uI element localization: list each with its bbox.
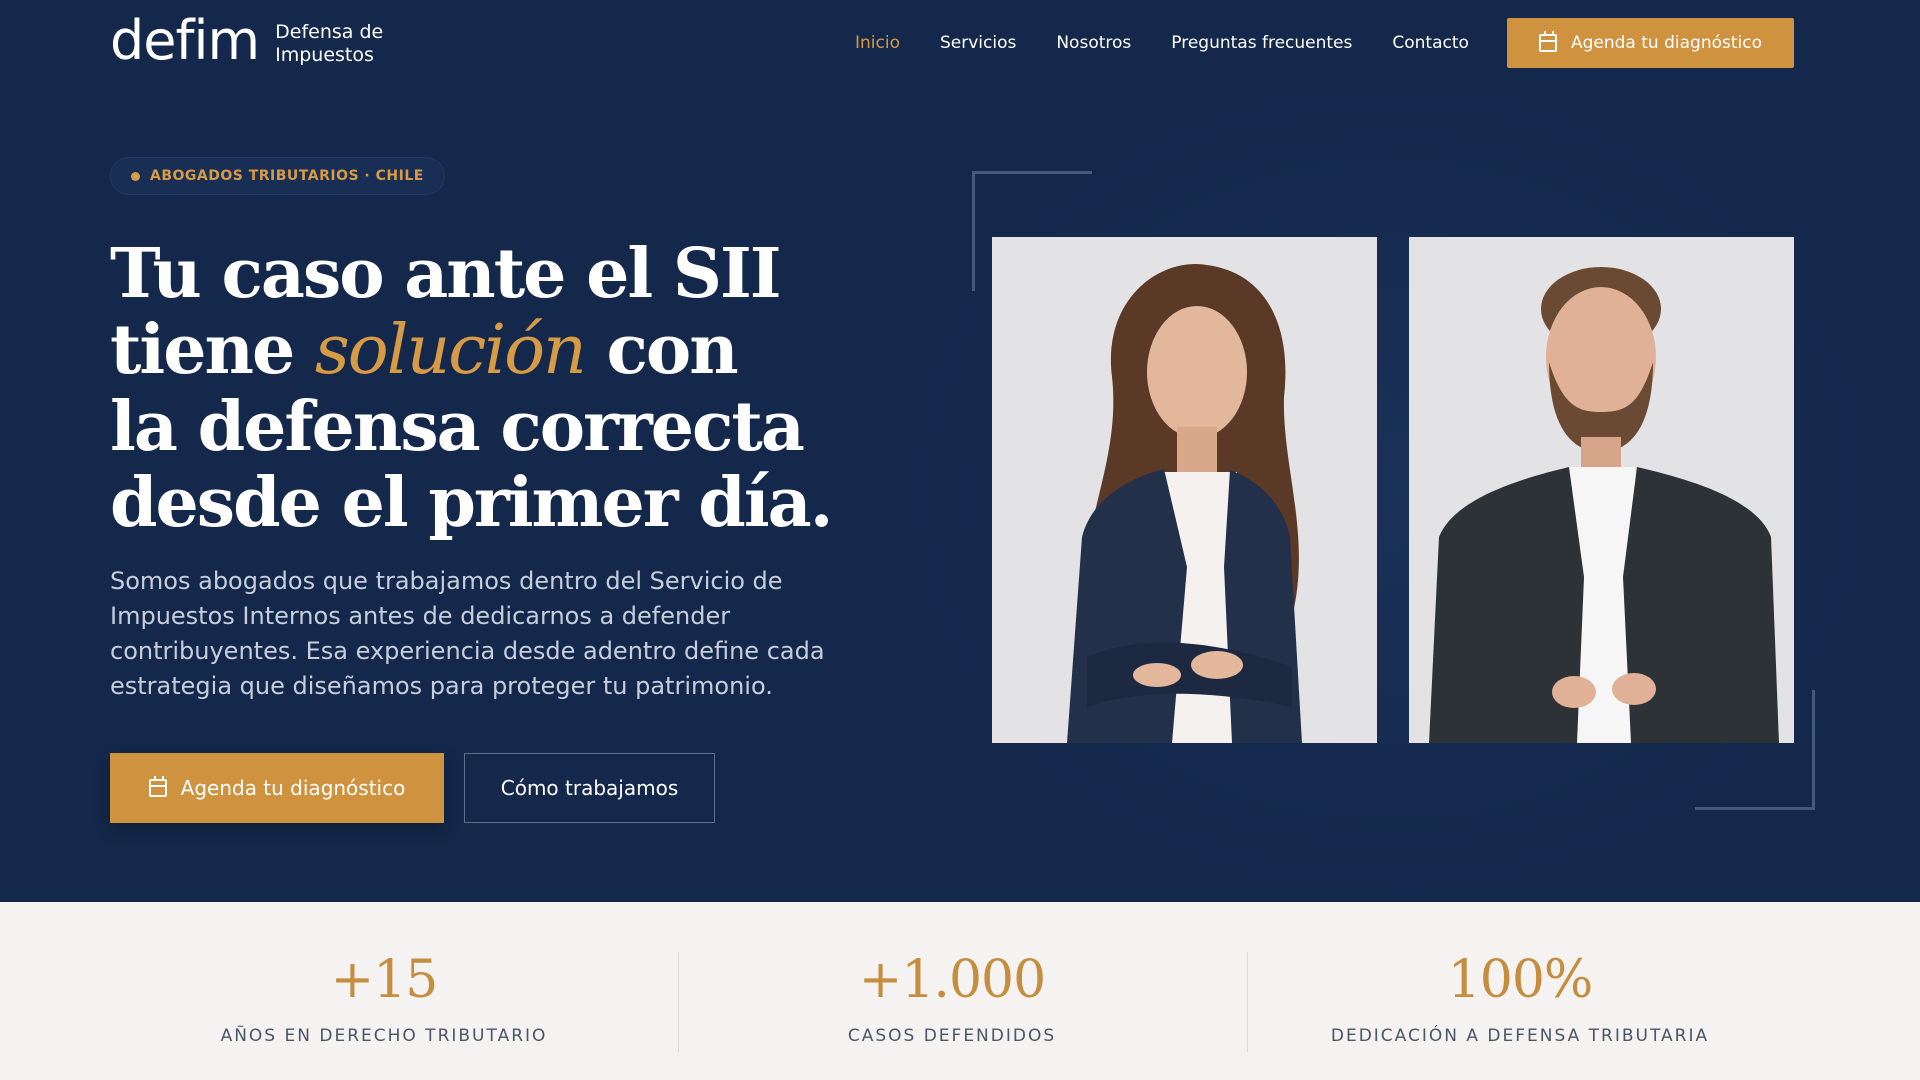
stats-section: +15 AÑOS EN DERECHO TRIBUTARIO +1.000 CA… — [0, 902, 1920, 1080]
nav-item-inicio[interactable]: Inicio — [855, 30, 900, 56]
stat-cases: +1.000 CASOS DEFENDIDOS — [668, 902, 1236, 1080]
woman-portrait-illustration — [992, 237, 1377, 743]
calendar-icon — [148, 776, 167, 797]
logo-wordmark: defim — [110, 9, 260, 72]
stat-value: 100% — [1447, 950, 1594, 1010]
nav-item-contacto[interactable]: Contacto — [1392, 30, 1469, 56]
badge-dot-icon — [131, 171, 140, 181]
stat-years: +15 AÑOS EN DERECHO TRIBUTARIO — [100, 902, 668, 1080]
header-cta-button[interactable]: Agenda tu diagnóstico — [1507, 18, 1794, 68]
calendar-icon — [1538, 31, 1557, 52]
headline-accent-word: solución — [314, 311, 587, 390]
headline-line-2-pre: tiene — [110, 310, 315, 390]
headline-line-3: la defensa correcta — [110, 387, 805, 467]
headline-line-1: Tu caso ante el SII — [110, 234, 782, 314]
stat-dedication: 100% DEDICACIÓN A DEFENSA TRIBUTARIA — [1236, 902, 1804, 1080]
main-nav: Inicio Servicios Nosotros Preguntas frec… — [855, 30, 1509, 56]
headline-line-2: tiene solución con — [110, 312, 870, 389]
headline-line-2-post: con — [584, 310, 739, 390]
stat-value: +1.000 — [858, 950, 1046, 1010]
stat-label: DEDICACIÓN A DEFENSA TRIBUTARIA — [1330, 1026, 1710, 1046]
secondary-button-label: Cómo trabajamos — [500, 776, 679, 800]
headline-line-4: desde el primer día. — [110, 463, 833, 543]
header-cta-label: Agenda tu diagnóstico — [1570, 33, 1762, 53]
agenda-diagnostico-button[interactable]: Agenda tu diagnóstico — [110, 753, 444, 823]
lawyer-photo-woman — [992, 237, 1377, 743]
lawyer-photo-man — [1409, 237, 1794, 743]
stat-label: AÑOS EN DERECHO TRIBUTARIO — [220, 1026, 548, 1046]
stat-value: +15 — [330, 950, 439, 1010]
logo-tagline-line2: Impuestos — [275, 44, 374, 66]
stat-label: CASOS DEFENDIDOS — [847, 1026, 1057, 1046]
primary-button-label: Agenda tu diagnóstico — [180, 776, 406, 800]
nav-item-nosotros[interactable]: Nosotros — [1056, 30, 1131, 56]
como-trabajamos-button[interactable]: Cómo trabajamos — [464, 753, 715, 823]
badge-label: ABOGADOS TRIBUTARIOS · CHILE — [150, 168, 424, 184]
nav-item-servicios[interactable]: Servicios — [940, 30, 1016, 56]
man-portrait-illustration — [1409, 237, 1794, 743]
hero-lead-text: Somos abogados que trabajamos dentro del… — [110, 567, 825, 700]
nav-item-preguntas-frecuentes[interactable]: Preguntas frecuentes — [1171, 30, 1352, 56]
logo-tagline: Defensa de Impuestos — [275, 21, 383, 67]
hero-headline: Tu caso ante el SII tiene solución con l… — [110, 236, 870, 541]
logo-tagline-line1: Defensa de — [275, 21, 384, 43]
hero-section: defim Defensa de Impuestos Inicio Servic… — [0, 0, 1920, 902]
hero-badge: ABOGADOS TRIBUTARIOS · CHILE — [110, 157, 445, 195]
logo[interactable]: defim Defensa de Impuestos — [110, 14, 383, 68]
